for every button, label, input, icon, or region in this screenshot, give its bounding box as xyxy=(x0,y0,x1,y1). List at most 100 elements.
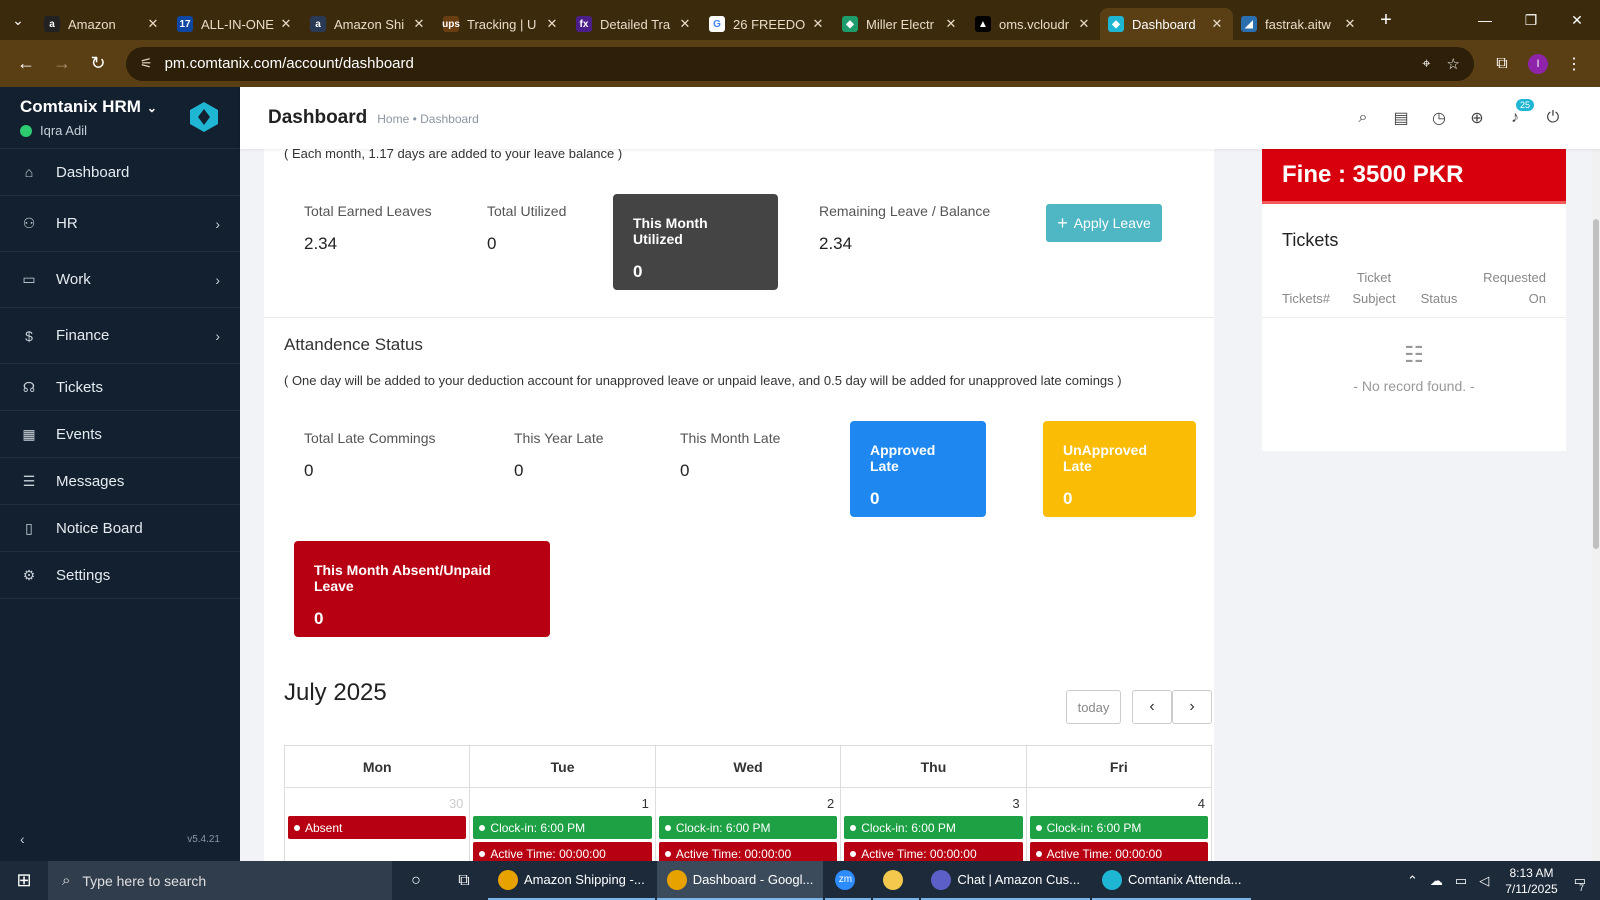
calendar-day-header: Mon xyxy=(285,746,471,787)
calendar-event[interactable]: Active Time: 00:00:00 xyxy=(1029,842,1209,861)
total-utilized-stat: Total Utilized 0 xyxy=(487,203,566,254)
restore-icon[interactable]: ❐ xyxy=(1508,0,1554,40)
taskbar-app[interactable]: Chat | Amazon Cus... xyxy=(921,861,1090,900)
calendar-event[interactable]: Absent xyxy=(288,816,467,839)
site-info-icon[interactable]: ⚟ xyxy=(140,55,153,72)
close-window-icon[interactable]: ✕ xyxy=(1554,0,1600,40)
calendar-today-button[interactable]: today xyxy=(1066,690,1121,724)
calendar-event[interactable]: Clock-in: 6:00 PM xyxy=(1029,816,1209,839)
taskbar-search-input[interactable]: ⌕ Type here to search xyxy=(48,861,392,900)
windows-start-icon[interactable]: ⊞ xyxy=(0,861,48,900)
sidebar-item-notice-board[interactable]: ▯ Notice Board xyxy=(0,505,240,552)
browser-tab[interactable]: ups Tracking | U ✕ xyxy=(435,8,568,40)
close-tab-icon[interactable]: ✕ xyxy=(145,16,161,32)
browser-tab[interactable]: ▲ oms.vcloudr ✕ xyxy=(967,8,1100,40)
brand-switcher[interactable]: Comtanix HRM ⌄ xyxy=(20,97,157,117)
calendar-day-cell[interactable]: 30 Absent xyxy=(285,788,471,861)
calendar-day-cell[interactable]: 3 Clock-in: 6:00 PM Active Time: 00:00:00 xyxy=(841,788,1027,861)
close-tab-icon[interactable]: ✕ xyxy=(677,16,693,32)
back-icon[interactable]: ← xyxy=(8,46,44,82)
scrollbar-thumb[interactable] xyxy=(1593,219,1599,549)
taskbar-app[interactable]: Comtanix Attenda... xyxy=(1091,861,1252,900)
calendar-title: July 2025 xyxy=(284,679,387,706)
browser-tab[interactable]: 17 ALL-IN-ONE ✕ xyxy=(169,8,302,40)
taskbar-app[interactable]: Dashboard - Googl... xyxy=(656,861,824,900)
profile-avatar[interactable]: I xyxy=(1520,46,1556,82)
tab-search-icon[interactable]: ⌄ xyxy=(0,0,36,40)
close-tab-icon[interactable]: ✕ xyxy=(943,16,959,32)
clock-icon[interactable]: ◷ xyxy=(1420,108,1458,128)
breadcrumb[interactable]: Home • Dashboard xyxy=(377,112,479,126)
calendar-event[interactable]: Active Time: 00:00:00 xyxy=(844,842,1023,861)
event-dot-icon xyxy=(850,824,857,831)
add-circle-icon[interactable]: ⊕ xyxy=(1458,108,1496,128)
url-input[interactable]: ⚟ pm.comtanix.com/account/dashboard ⌖ ☆ xyxy=(126,46,1474,81)
event-dot-icon xyxy=(479,824,486,831)
calendar-day-cell[interactable]: 1 Clock-in: 6:00 PM Active Time: 00:00:00 xyxy=(470,788,656,861)
collapse-sidebar-icon[interactable]: ‹ xyxy=(20,831,25,847)
minimize-icon[interactable]: — xyxy=(1462,0,1508,40)
calendar-next-button[interactable]: › xyxy=(1172,690,1212,724)
bookmark-star-icon[interactable]: ☆ xyxy=(1447,55,1460,73)
browser-tab[interactable]: fx Detailed Tra ✕ xyxy=(568,8,701,40)
location-icon[interactable]: ⌖ xyxy=(1422,55,1430,72)
close-tab-icon[interactable]: ✕ xyxy=(544,16,560,32)
taskbar-app[interactable]: Amazon Shipping -... xyxy=(488,861,655,900)
taskbar-clock[interactable]: 8:13 AM 7/11/2025 xyxy=(1505,865,1558,897)
absent-unpaid-box: This Month Absent/Unpaid Leave 0 xyxy=(294,541,550,637)
sidebar-item-dashboard[interactable]: ⌂ Dashboard xyxy=(0,149,240,196)
new-tab-button[interactable]: + xyxy=(1370,4,1402,36)
close-tab-icon[interactable]: ✕ xyxy=(810,16,826,32)
calendar-day-cell[interactable]: 2 Clock-in: 6:00 PM Active Time: 00:00:00 xyxy=(656,788,842,861)
forward-icon[interactable]: → xyxy=(44,46,80,82)
close-tab-icon[interactable]: ✕ xyxy=(1342,16,1358,32)
taskbar-app[interactable]: zm xyxy=(825,861,872,900)
power-icon[interactable]: ⏻ xyxy=(1534,109,1572,127)
taskbar-app[interactable] xyxy=(873,861,920,900)
close-tab-icon[interactable]: ✕ xyxy=(1076,16,1092,32)
search-icon[interactable]: ⌕ xyxy=(1344,109,1382,127)
month-utilized-label: This Month Utilized xyxy=(633,215,708,247)
browser-tab[interactable]: ◆ Miller Electr ✕ xyxy=(834,8,967,40)
fine-tickets-card: Fine : 3500 PKR Tickets Tickets# Ticket … xyxy=(1262,149,1566,451)
action-center-icon[interactable]: ▭ 7 xyxy=(1574,873,1586,893)
extensions-icon[interactable]: ⧉ xyxy=(1484,46,1520,82)
browser-tab[interactable]: G 26 FREEDO ✕ xyxy=(701,8,834,40)
sidebar-item-tickets[interactable]: ☊ Tickets xyxy=(0,364,240,411)
volume-icon[interactable]: ◁ xyxy=(1479,873,1489,889)
tray-chevron-icon[interactable]: ⌃ xyxy=(1407,873,1418,889)
bell-icon[interactable]: ♪ 25 xyxy=(1496,99,1534,127)
sidebar-item-hr[interactable]: ⚇ HR › xyxy=(0,196,240,252)
sticky-note-icon[interactable]: ▤ xyxy=(1382,108,1420,128)
calendar-day-cell[interactable]: 4 Clock-in: 6:00 PM Active Time: 00:00:00 xyxy=(1027,788,1211,861)
browser-tab[interactable]: a Amazon Shi ✕ xyxy=(302,8,435,40)
reload-icon[interactable]: ↻ xyxy=(80,46,116,82)
calendar-event[interactable]: Clock-in: 6:00 PM xyxy=(473,816,652,839)
network-icon[interactable]: ▭ xyxy=(1455,873,1467,889)
remaining-label: Remaining Leave / Balance xyxy=(819,203,991,219)
browser-tab[interactable]: ◢ fastrak.aitw ✕ xyxy=(1233,8,1366,40)
sidebar-item-finance[interactable]: $ Finance › xyxy=(0,308,240,364)
close-tab-icon[interactable]: ✕ xyxy=(1209,16,1225,32)
browser-menu-icon[interactable]: ⋮ xyxy=(1556,46,1592,82)
apply-leave-button[interactable]: + Apply Leave xyxy=(1046,204,1162,242)
sidebar: Comtanix HRM ⌄ Iqra Adil ⌂ Dashboard ⚇ HR › ▭ W… xyxy=(0,87,240,861)
calendar-prev-button[interactable]: ‹ xyxy=(1132,690,1172,724)
onedrive-icon[interactable]: ☁ xyxy=(1430,873,1443,889)
calendar-event[interactable]: Active Time: 00:00:00 xyxy=(473,842,652,861)
cortana-icon[interactable]: ○ xyxy=(392,861,440,900)
task-view-icon[interactable]: ⧉ xyxy=(440,861,488,900)
close-tab-icon[interactable]: ✕ xyxy=(278,16,294,32)
sidebar-item-settings[interactable]: ⚙ Settings xyxy=(0,552,240,599)
browser-tab[interactable]: ◆ Dashboard ✕ xyxy=(1100,8,1233,40)
page-scrollbar[interactable] xyxy=(1592,149,1600,861)
close-tab-icon[interactable]: ✕ xyxy=(411,16,427,32)
calendar-event[interactable]: Active Time: 00:00:00 xyxy=(658,842,838,861)
sidebar-item-messages[interactable]: ☰ Messages xyxy=(0,458,240,505)
tab-title: Tracking | U xyxy=(467,16,537,32)
calendar-event[interactable]: Clock-in: 6:00 PM xyxy=(844,816,1023,839)
browser-tab[interactable]: a Amazon ✕ xyxy=(36,8,169,40)
sidebar-item-work[interactable]: ▭ Work › xyxy=(0,252,240,308)
sidebar-item-events[interactable]: ▦ Events xyxy=(0,411,240,458)
calendar-event[interactable]: Clock-in: 6:00 PM xyxy=(658,816,838,839)
